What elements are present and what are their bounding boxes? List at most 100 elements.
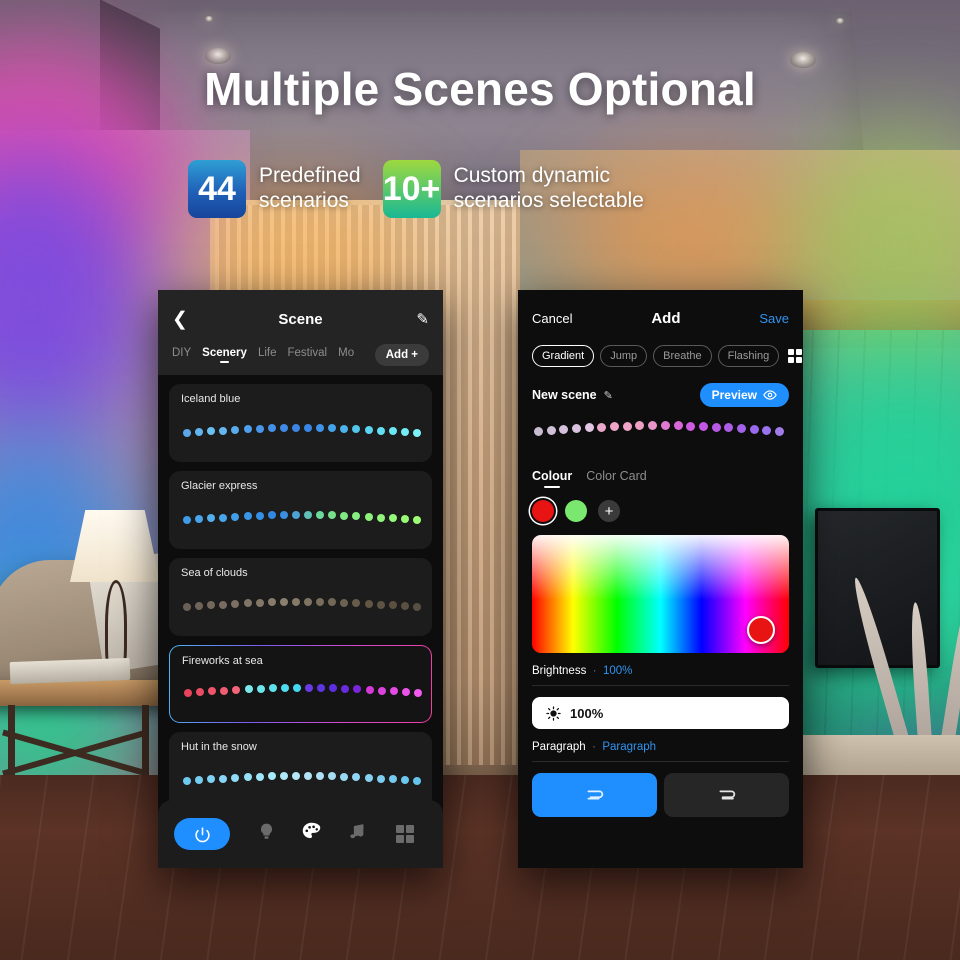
scene-dot [219,513,228,522]
scene-dot [243,425,252,434]
scene-dot [316,511,325,520]
downlight [836,18,844,24]
scene-dot [597,422,607,432]
scene-dot [364,599,373,608]
sun-icon [546,705,561,721]
preview-button[interactable]: Preview [699,383,789,407]
brightness-slider-value: 100% [570,705,604,721]
preview-dot-strip [534,421,787,455]
mode-breathe[interactable]: Breathe [653,345,712,367]
scene-dot [243,512,252,521]
flow-forward-icon[interactable] [532,773,657,817]
scene-dot [316,772,325,781]
scene-card[interactable]: Glacier express [169,471,432,549]
scene-dot [660,421,670,431]
scene-dot [184,689,192,697]
scene-dot [255,511,264,520]
grid-icon[interactable] [395,824,415,844]
scene-dot [388,775,397,784]
colour-picker-handle[interactable] [747,616,775,644]
scene-dot [353,685,362,694]
scene-dot [280,684,289,693]
back-icon[interactable]: ❮ [172,310,194,329]
scene-dot [220,686,229,695]
colour-swatch[interactable] [532,500,554,522]
eye-icon [763,390,777,400]
power-icon[interactable] [174,818,230,850]
tab-diy[interactable]: DIY [172,347,191,363]
scene-dot [231,599,240,608]
scene-dot [534,427,543,436]
bulb-icon[interactable] [257,822,276,846]
scene-header: ❮ Scene ✎ DIY Scenery Life Festival Mo Add + [158,290,443,375]
scene-dot [328,772,337,781]
colour-picker[interactable] [532,535,789,653]
mode-gradient[interactable]: Gradient [532,345,595,367]
scene-dot [352,512,361,521]
colour-swatches: + [532,488,789,522]
scene-card-title: Fireworks at sea [182,655,263,667]
mode-flashing[interactable]: Flashing [717,345,780,367]
pencil-icon[interactable]: ✎ [407,310,429,328]
scene-dot [207,601,216,610]
scene-dot [340,511,349,520]
add-scene-screen: Cancel Add Save Gradient Jump Breathe Flash… [518,290,803,868]
scene-dot [673,421,683,431]
scene-dot [413,429,421,437]
tab-scenery[interactable]: Scenery [202,347,247,363]
tab-festival[interactable]: Festival [287,347,327,363]
tab-mo[interactable]: Mo [338,347,354,363]
scene-dot [401,688,410,697]
add-scene-button[interactable]: Add + [374,344,429,366]
brightness-slider[interactable]: 100% [532,697,789,729]
scene-dot [291,598,300,607]
scene-dot [400,515,409,524]
scene-dot-strip [184,684,422,706]
scene-dot [329,684,338,693]
flow-reverse-icon[interactable] [664,773,789,817]
plus-icon[interactable]: + [598,500,620,522]
paragraph-value: Paragraph [602,741,657,753]
scene-dot [376,774,385,783]
scene-dot [256,684,265,693]
pencil-icon[interactable]: ✎ [604,389,613,402]
save-button[interactable]: Save [759,311,789,326]
sectab-color-card[interactable]: Color Card [586,469,646,488]
scene-dot [195,428,204,437]
tab-life[interactable]: Life [258,347,277,363]
scene-dot [328,511,337,520]
scene-card[interactable]: Fireworks at sea [169,645,432,723]
scene-dot-strip [183,772,422,794]
scene-card-title: Sea of clouds [181,567,248,579]
scene-card[interactable]: Sea of clouds [169,558,432,636]
scene-card[interactable]: Iceland blue [169,384,432,462]
scene-dot [749,425,759,435]
screenshot-root: Multiple Scenes Optional 44 Predefined s… [0,0,960,960]
scene-dot [255,598,264,607]
scene-dot [400,602,409,611]
scene-dot [340,598,349,607]
scene-dot [635,421,645,431]
sectab-colour[interactable]: Colour [532,469,572,488]
effect-mode-tabs: Gradient Jump Breathe Flashing [532,332,803,367]
scene-dot [279,511,288,520]
music-note-icon[interactable] [348,822,367,846]
scene-dot [376,426,385,435]
scene-dot [305,684,314,693]
scene-dot [267,772,276,781]
colour-swatch[interactable] [565,500,587,522]
grid-icon[interactable] [788,349,803,363]
scene-dot [279,424,288,433]
mode-jump[interactable]: Jump [600,345,648,367]
scene-dot [195,515,204,524]
cancel-button[interactable]: Cancel [532,311,572,326]
scene-dot [183,429,191,437]
scene-dot [304,424,313,433]
scene-dot [268,684,277,693]
palette-icon[interactable] [301,821,322,847]
scene-card[interactable]: Hut in the snow [169,732,432,810]
brightness-label: Brightness [532,665,587,677]
scene-dot [219,426,228,435]
scene-dot [291,511,300,520]
scene-dot [413,603,421,611]
